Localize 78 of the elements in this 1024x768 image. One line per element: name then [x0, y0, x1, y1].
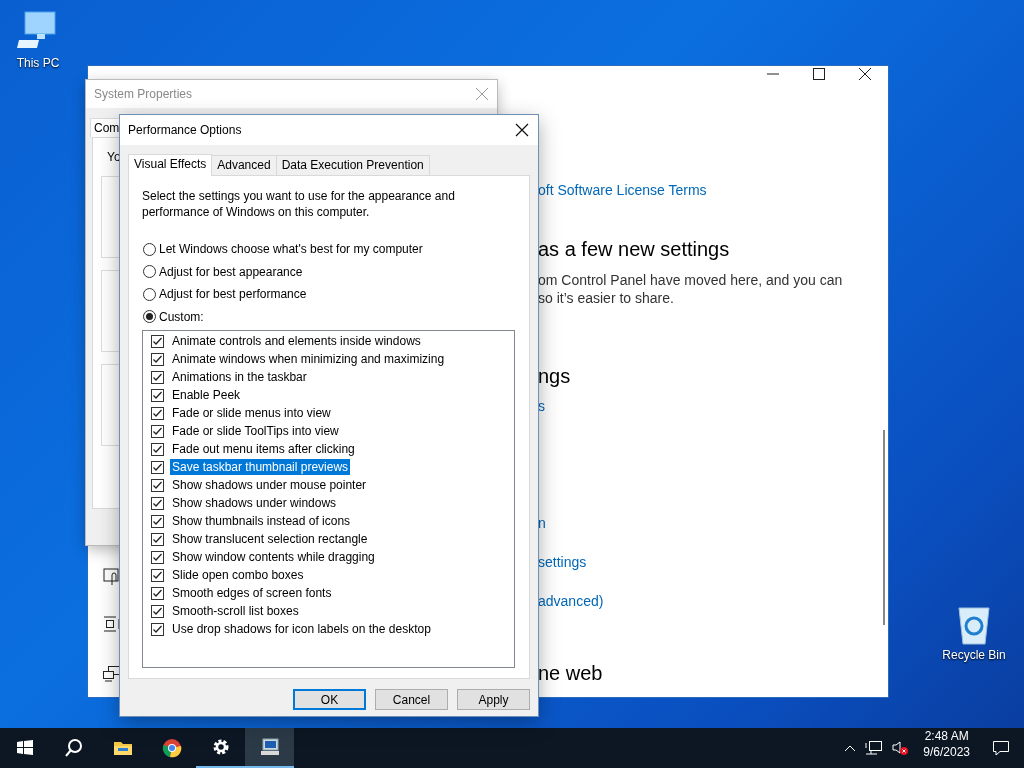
- effect-label[interactable]: Show window contents while dragging: [170, 549, 377, 565]
- tab[interactable]: Data Execution Prevention: [275, 155, 430, 175]
- effect-label[interactable]: Slide open combo boxes: [170, 567, 306, 583]
- effect-label[interactable]: Show shadows under mouse pointer: [170, 477, 369, 493]
- effect-label[interactable]: Save taskbar thumbnail previews: [170, 459, 351, 475]
- effect-label[interactable]: Animate windows when minimizing and maximizing: [170, 351, 447, 367]
- touch-icon[interactable]: [102, 567, 122, 587]
- effect-label[interactable]: Fade out menu items after clicking: [170, 441, 357, 457]
- close-icon[interactable]: [515, 123, 529, 137]
- checkbox[interactable]: [151, 568, 164, 582]
- radio-label[interactable]: Adjust for best performance: [159, 287, 307, 302]
- checkbox[interactable]: [151, 586, 164, 600]
- checkbox[interactable]: [151, 334, 164, 348]
- notification-icon[interactable]: [992, 739, 1010, 757]
- settings-link[interactable]: n: [538, 514, 546, 532]
- effect-label[interactable]: Animate controls and elements inside windows: [170, 333, 423, 349]
- muted-speaker-icon[interactable]: [891, 740, 910, 756]
- radio-button[interactable]: [143, 310, 156, 324]
- taskbar-button[interactable]: [245, 728, 294, 768]
- effect-label[interactable]: Smooth-scroll list boxes: [170, 603, 301, 619]
- effect-label[interactable]: Show shadows under windows: [170, 495, 339, 511]
- settings-link[interactable]: s: [538, 397, 545, 415]
- search-icon[interactable]: [63, 738, 84, 758]
- checkbox[interactable]: [151, 622, 164, 636]
- effect-label[interactable]: Enable Peek: [170, 387, 243, 403]
- description-text: Select the settings you want to use for the appearance and performance of Windows on this computer.: [142, 188, 456, 220]
- computer-icon[interactable]: [259, 737, 280, 757]
- checkbox[interactable]: [151, 550, 164, 564]
- settings-link[interactable]: advanced): [538, 592, 604, 610]
- window-title: System Properties: [94, 87, 193, 101]
- dialog-button[interactable]: OK: [293, 689, 366, 710]
- radio-label[interactable]: Let Windows choose what's best for my computer: [159, 242, 423, 257]
- checkbox[interactable]: [151, 514, 164, 528]
- close-icon[interactable]: [857, 66, 873, 82]
- radio-button[interactable]: [143, 265, 156, 279]
- effect-label[interactable]: Fade or slide ToolTips into view: [170, 423, 341, 439]
- dialog-button[interactable]: Apply: [457, 689, 530, 710]
- checkbox[interactable]: [151, 424, 164, 438]
- effect-label[interactable]: Show thumbnails instead of icons: [170, 513, 353, 529]
- checkbox[interactable]: [151, 370, 164, 384]
- section-heading: ngs: [538, 364, 571, 389]
- effect-label[interactable]: Show translucent selection rectangle: [170, 531, 370, 547]
- section-heading: ne web: [538, 661, 603, 686]
- settings-link[interactable]: oft Software License Terms: [538, 181, 707, 199]
- checkbox[interactable]: [151, 442, 164, 456]
- effect-label[interactable]: Animations in the taskbar: [170, 369, 309, 385]
- monitors-icon[interactable]: [102, 663, 122, 683]
- desktop-icon-label[interactable]: Recycle Bin: [942, 648, 1006, 662]
- browser-icon[interactable]: [161, 738, 182, 758]
- tab[interactable]: Visual Effects: [128, 154, 213, 176]
- desktop-icon-label[interactable]: This PC: [16, 56, 60, 70]
- checkbox[interactable]: [151, 352, 164, 366]
- window-title: Performance Options: [128, 123, 242, 137]
- windows-logo-icon[interactable]: [14, 738, 35, 758]
- network-icon[interactable]: [865, 740, 884, 756]
- checkbox[interactable]: [151, 478, 164, 492]
- checkbox[interactable]: [151, 532, 164, 546]
- checkbox[interactable]: [151, 406, 164, 420]
- checkbox[interactable]: [151, 604, 164, 618]
- effect-label[interactable]: Use drop shadows for icon labels on the desktop: [170, 621, 433, 637]
- maximize-icon[interactable]: [811, 66, 827, 82]
- radio-button[interactable]: [143, 287, 156, 301]
- description-text: so it’s easier to share.: [538, 289, 674, 307]
- checkbox[interactable]: [151, 496, 164, 510]
- description-text: om Control Panel have moved here, and you can: [538, 271, 843, 289]
- multitask-icon[interactable]: [102, 614, 122, 634]
- effect-label[interactable]: Smooth edges of screen fonts: [170, 585, 334, 601]
- radio-button[interactable]: [143, 242, 156, 256]
- radio-label[interactable]: Adjust for best appearance: [159, 264, 303, 279]
- section-heading: as a few new settings: [538, 237, 730, 262]
- clock[interactable]: 2:48 AM 9/6/2023: [917, 728, 984, 768]
- checkbox[interactable]: [151, 460, 164, 474]
- radio-label[interactable]: Custom:: [159, 309, 204, 324]
- scrollbar[interactable]: [883, 430, 885, 625]
- checkbox[interactable]: [151, 388, 164, 402]
- dialog-button[interactable]: Cancel: [375, 689, 448, 710]
- settings-link[interactable]: settings: [538, 553, 587, 571]
- effect-label[interactable]: Fade or slide menus into view: [170, 405, 333, 421]
